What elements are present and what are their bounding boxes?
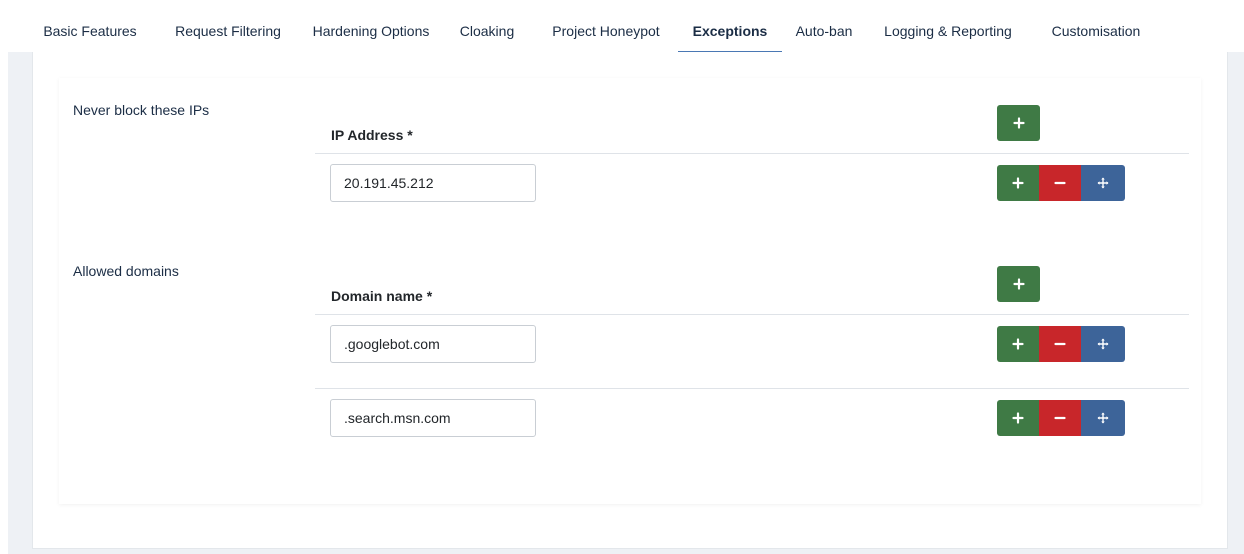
tab-cloaking[interactable]: Cloaking [453,0,521,52]
add-domain-button[interactable] [997,266,1040,302]
tab-basic-features[interactable]: Basic Features [34,0,146,52]
move-row-handle[interactable] [1081,165,1125,201]
minus-icon [1054,416,1066,420]
move-row-handle[interactable] [1081,326,1125,362]
remove-row-button[interactable] [1039,400,1081,436]
remove-row-button[interactable] [1039,165,1081,201]
move-arrows-icon [1097,412,1109,424]
plus-icon [1012,117,1025,129]
add-row-button[interactable] [997,165,1039,201]
minus-icon [1054,181,1066,185]
plus-icon [1012,412,1024,424]
remove-row-button[interactable] [1039,326,1081,362]
allowed-domains-label: Allowed domains [73,263,179,279]
minus-icon [1054,342,1066,346]
add-ip-button[interactable] [997,105,1040,141]
tab-panel: Never block these IPs IP Address * All [32,52,1228,549]
move-arrows-icon [1097,177,1109,189]
tab-customisation[interactable]: Customisation [1044,0,1148,52]
tab-exceptions[interactable]: Exceptions [678,0,782,53]
move-row-handle[interactable] [1081,400,1125,436]
plus-icon [1012,177,1024,189]
add-row-button[interactable] [997,400,1039,436]
domain-name-input[interactable] [330,325,536,363]
move-arrows-icon [1097,338,1109,350]
exceptions-card: Never block these IPs IP Address * All [59,78,1201,504]
tab-auto-ban[interactable]: Auto-ban [788,0,860,52]
domain-name-column-header: Domain name * [331,288,433,304]
tab-project-honeypot[interactable]: Project Honeypot [541,0,671,52]
domain-name-input[interactable] [330,399,536,437]
ip-header-divider [315,153,1189,154]
content-area: Never block these IPs IP Address * All [8,52,1244,554]
tab-logging-reporting[interactable]: Logging & Reporting [877,0,1019,52]
plus-icon [1012,338,1024,350]
tab-bar: Basic Features Request Filtering Hardeni… [8,0,1244,53]
ip-address-input[interactable] [330,164,536,202]
domain-header-divider [315,314,1189,315]
tab-request-filtering[interactable]: Request Filtering [164,0,292,52]
tab-hardening-options[interactable]: Hardening Options [304,0,438,52]
never-block-ips-label: Never block these IPs [73,102,210,118]
add-row-button[interactable] [997,326,1039,362]
row-divider [315,388,1189,389]
ip-address-column-header: IP Address * [331,127,413,143]
plus-icon [1012,278,1025,290]
